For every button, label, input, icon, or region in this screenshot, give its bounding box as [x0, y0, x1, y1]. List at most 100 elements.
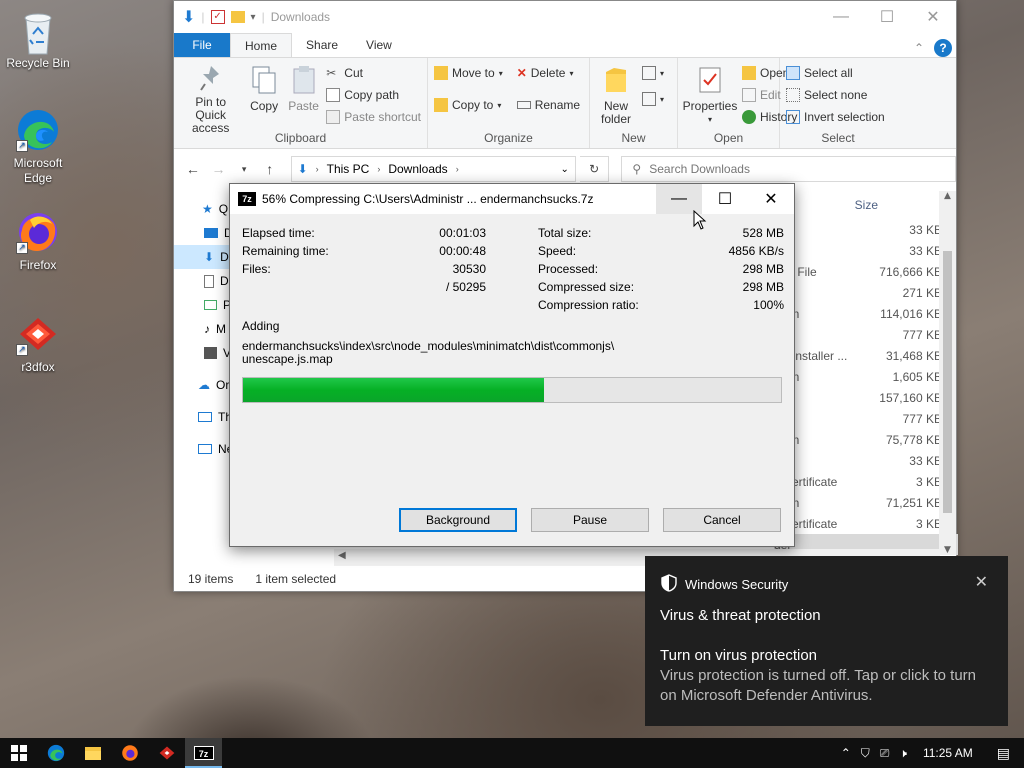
tab-view[interactable]: View: [352, 33, 406, 57]
volume-muted-icon[interactable]: 🕨: [899, 746, 907, 761]
help-icon[interactable]: ?: [934, 39, 952, 57]
dialog-maximize-button[interactable]: ☐: [702, 184, 748, 214]
taskbar-firefox[interactable]: [111, 738, 148, 768]
desktop-icon-firefox[interactable]: ↗ Firefox: [0, 210, 76, 273]
address-bar[interactable]: ⬇ › This PC › Downloads › ⌄: [290, 156, 576, 182]
desktop-icon-r3dfox[interactable]: ↗ r3dfox: [0, 312, 76, 375]
taskbar-r3dfox[interactable]: [148, 738, 185, 768]
pin-quick-access-button[interactable]: Pin to Quick access: [180, 62, 241, 135]
rename-button[interactable]: Rename: [516, 96, 580, 114]
maximize-button[interactable]: ☐: [864, 1, 910, 33]
select-none-label: Select none: [804, 88, 868, 102]
address-dropdown-icon[interactable]: ⌄: [561, 164, 569, 175]
network-icon[interactable]: ⎚: [880, 746, 890, 761]
background-button[interactable]: Background: [399, 508, 517, 532]
scroll-left-icon[interactable]: ◀: [338, 550, 346, 561]
cut-button[interactable]: ✂ Cut: [326, 64, 421, 82]
start-button[interactable]: [0, 738, 37, 768]
paste-button[interactable]: Paste: [287, 62, 320, 130]
file-row[interactable]: ws Installer ... 31,468 KB: [774, 345, 958, 366]
scroll-up-icon[interactable]: ▲: [939, 191, 956, 205]
move-to-button[interactable]: Move to ▾: [434, 64, 503, 82]
new-item-button[interactable]: ▾: [642, 64, 664, 82]
security-notification[interactable]: Windows Security ✕ Virus & threat protec…: [645, 556, 1008, 726]
size-column-header[interactable]: Size: [774, 191, 958, 219]
file-row[interactable]: e157,160 KB: [774, 387, 958, 408]
file-row[interactable]: ction1,605 KB: [774, 366, 958, 387]
taskbar-7zip[interactable]: 7z: [185, 738, 222, 768]
tab-share[interactable]: Share: [292, 33, 352, 57]
invert-selection-button[interactable]: Invert selection: [786, 108, 885, 126]
tab-file[interactable]: File: [174, 33, 230, 57]
file-row[interactable]: 33 KB: [774, 219, 958, 240]
back-arrow-icon[interactable]: ←: [182, 161, 204, 177]
delete-x-icon: ✕: [516, 66, 527, 80]
dialog-titlebar[interactable]: 7z 56% Compressing C:\Users\Administr ..…: [230, 184, 794, 214]
scroll-thumb[interactable]: [943, 251, 952, 513]
paste-shortcut-button[interactable]: Paste shortcut: [326, 108, 421, 126]
file-row[interactable]: y Certificate 3 KB: [774, 513, 958, 534]
music-icon: ♪: [204, 322, 210, 336]
paste-label: Paste: [288, 99, 319, 113]
history-icon: [742, 110, 756, 124]
desktop-icon-edge[interactable]: ↗ Microsoft Edge: [0, 108, 76, 186]
file-row[interactable]: ction75,778 KB: [774, 429, 958, 450]
taskbar-edge[interactable]: [37, 738, 74, 768]
select-group: Select all Select none Invert selection …: [780, 58, 896, 148]
refresh-button[interactable]: ↻: [579, 156, 610, 182]
file-row[interactable]: y Certificate 3 KB: [774, 471, 958, 492]
easy-access-icon: [642, 92, 656, 106]
taskbar-file-explorer[interactable]: [74, 738, 111, 768]
toast-app-name: Windows Security: [685, 577, 789, 592]
clock[interactable]: 11:25 AM: [923, 746, 973, 760]
delete-button[interactable]: ✕ Delete ▾: [517, 64, 580, 82]
file-row[interactable]: e271 KB: [774, 282, 958, 303]
elapsed-label: Elapsed time:: [242, 226, 315, 240]
file-row[interactable]: e777 KB: [774, 324, 958, 345]
new-folder-icon[interactable]: [230, 11, 245, 23]
collapse-ribbon-icon[interactable]: ⌃: [914, 41, 924, 55]
select-all-button[interactable]: Select all: [786, 64, 885, 82]
breadcrumb-this-pc[interactable]: This PC: [327, 162, 370, 176]
properties-button[interactable]: Properties ▾: [683, 62, 737, 130]
close-button[interactable]: ✕: [910, 1, 956, 33]
desktop-icon-recycle-bin[interactable]: Recycle Bin: [0, 8, 76, 71]
new-folder-button[interactable]: New folder: [596, 62, 636, 130]
progress-bar: [242, 377, 782, 403]
select-none-button[interactable]: Select none: [786, 86, 885, 104]
file-row[interactable]: e777 KB: [774, 408, 958, 429]
easy-access-button[interactable]: ▾: [642, 90, 664, 108]
current-file-path: endermanchsucks\index\src\node_modules\m…: [242, 340, 782, 366]
file-row[interactable]: 33 KB: [774, 240, 958, 261]
show-hidden-icons-chevron-icon[interactable]: ⌃: [841, 746, 851, 760]
search-input[interactable]: ⚲ Search Downloads: [621, 156, 957, 182]
vertical-scrollbar[interactable]: ▲ ▼: [939, 191, 956, 555]
recent-chevron-icon[interactable]: ▾: [233, 164, 255, 175]
up-arrow-icon[interactable]: ↑: [259, 161, 281, 177]
toast-close-button[interactable]: ✕: [975, 572, 988, 592]
copy-path-button[interactable]: Copy path: [326, 86, 421, 104]
scroll-down-icon[interactable]: ▼: [939, 545, 956, 555]
copy-to-button[interactable]: Copy to ▾: [434, 96, 503, 114]
explorer-titlebar[interactable]: ⬇ | ✓ ▾ | Downloads — ☐ ✕: [174, 1, 956, 33]
edge-icon: ↗: [16, 108, 60, 152]
properties-check-icon[interactable]: ✓: [210, 10, 225, 24]
tab-home[interactable]: Home: [230, 33, 293, 57]
file-row[interactable]: age File 716,666 KB: [774, 261, 958, 282]
dialog-close-button[interactable]: ✕: [748, 184, 794, 214]
file-row[interactable]: 33 KB: [774, 450, 958, 471]
minimize-button[interactable]: —: [818, 1, 864, 33]
file-row[interactable]: ction114,016 KB: [774, 303, 958, 324]
breadcrumb-downloads[interactable]: Downloads: [388, 162, 447, 176]
item-count: 19 items: [188, 572, 234, 586]
pause-button[interactable]: Pause: [531, 508, 649, 532]
copy-button[interactable]: Copy: [247, 62, 280, 130]
file-row[interactable]: ction71,251 KB: [774, 492, 958, 513]
toast-title: Virus & threat protection: [660, 607, 821, 624]
cancel-button[interactable]: Cancel: [663, 508, 781, 532]
defender-icon[interactable]: ⛉: [861, 746, 870, 761]
shortcut-arrow-icon: ↗: [16, 242, 28, 254]
forward-arrow-icon[interactable]: →: [208, 161, 230, 177]
customize-qa-chevron-icon[interactable]: ▾: [251, 12, 256, 23]
notifications-icon[interactable]: ▤: [997, 745, 1010, 762]
